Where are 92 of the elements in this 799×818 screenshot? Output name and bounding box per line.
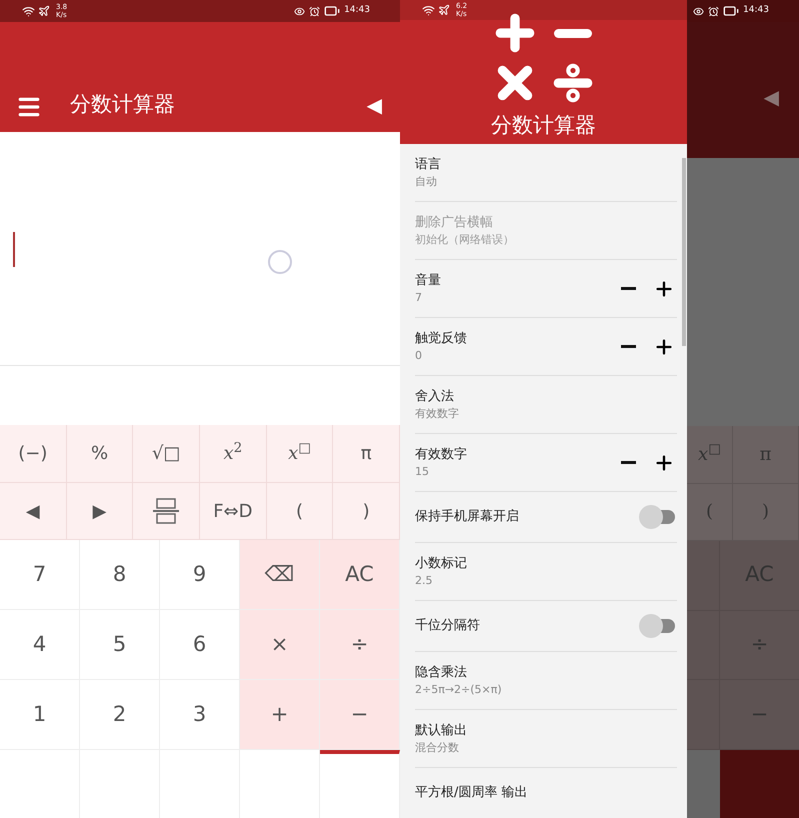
- operator-key[interactable]: −: [320, 680, 400, 750]
- setting-value: 混合分数: [415, 740, 460, 756]
- airplane-icon: [38, 5, 50, 17]
- clock-time: 14:43: [743, 4, 769, 18]
- settings-item[interactable]: 音量 7: [415, 260, 677, 318]
- alarm-icon: [708, 6, 720, 16]
- minus-icon: [620, 287, 636, 290]
- operator-key: ÷: [720, 610, 799, 680]
- airplane-icon: [438, 4, 450, 16]
- function-key: ): [733, 484, 799, 541]
- setting-value: 2÷5π→2÷(5×π): [415, 682, 503, 698]
- setting-title: 触觉反馈: [415, 330, 468, 348]
- function-key: (: [687, 484, 733, 541]
- operator-key[interactable]: ÷: [320, 610, 400, 680]
- settings-item[interactable]: 默认输出 混合分数: [415, 710, 677, 768]
- settings-item[interactable]: 隐含乘法 2÷5π→2÷(5×π): [415, 652, 677, 710]
- operator-key[interactable]: ×: [240, 610, 320, 680]
- alarm-icon: [309, 6, 320, 16]
- digit-key[interactable]: 4: [0, 610, 80, 680]
- setting-value: 7: [415, 290, 423, 306]
- digit-key[interactable]: 8: [80, 540, 160, 610]
- setting-value: 15: [415, 464, 430, 480]
- digit-key[interactable]: 6: [160, 610, 240, 680]
- setting-title: 音量: [415, 272, 442, 290]
- setting-value: 0: [415, 348, 423, 364]
- settings-item[interactable]: 语言 自动: [415, 144, 677, 202]
- setting-title: 默认输出: [415, 722, 468, 740]
- dimmed-key: [687, 750, 720, 818]
- settings-item[interactable]: 保持手机屏幕开启: [415, 492, 677, 543]
- settings-item[interactable]: 小数标记 2.5: [415, 543, 677, 601]
- digit-key[interactable]: 2: [80, 680, 160, 750]
- function-key[interactable]: [133, 483, 200, 540]
- dimmed-key: [687, 610, 720, 680]
- setting-title: 千位分隔符: [415, 617, 481, 636]
- setting-value: 初始化（网络错误）: [415, 232, 515, 248]
- operator-key[interactable]: ⌫: [240, 540, 320, 610]
- back-button[interactable]: ◀: [764, 82, 779, 112]
- function-key[interactable]: %: [66, 425, 134, 483]
- function-key[interactable]: π: [333, 425, 400, 483]
- function-key[interactable]: F⇔D: [200, 483, 267, 540]
- setting-title: 隐含乘法: [415, 664, 468, 682]
- text-cursor: [13, 232, 15, 267]
- dimmed-key: [687, 540, 720, 611]
- minus-icon: [620, 345, 636, 348]
- equals-key[interactable]: [320, 750, 400, 818]
- function-key: x$^{□}$: [687, 426, 733, 484]
- drawer-title: 分数计算器: [491, 112, 596, 140]
- digit-key[interactable]: 3: [160, 680, 240, 750]
- eye-icon: [294, 6, 306, 16]
- function-key[interactable]: (: [266, 483, 334, 540]
- function-key[interactable]: ▶: [66, 483, 134, 540]
- clock-time: 14:43: [344, 4, 370, 18]
- toggle-switch[interactable]: [639, 505, 677, 529]
- setting-value: 自动: [415, 174, 438, 190]
- setting-title: 删除广告横幅: [415, 214, 494, 232]
- digit-key[interactable]: 5: [80, 610, 160, 680]
- setting-value: 2.5: [415, 573, 434, 589]
- app-title: 分数计算器: [70, 90, 175, 118]
- minus-icon: [554, 28, 592, 38]
- wifi-icon: [22, 4, 35, 18]
- setting-title: 小数标记: [415, 554, 468, 572]
- eye-icon: [693, 6, 704, 16]
- function-key[interactable]: √□: [133, 425, 200, 483]
- digit-key[interactable]: 1: [0, 680, 80, 750]
- setting-title: 平方根/圆周率 输出: [415, 784, 529, 802]
- operator-key[interactable]: +: [240, 680, 320, 750]
- digit-key[interactable]: 9: [160, 540, 240, 610]
- minus-icon: [620, 461, 636, 464]
- toggle-switch[interactable]: [639, 614, 677, 638]
- function-key[interactable]: (−): [0, 425, 67, 483]
- settings-item[interactable]: 千位分隔符: [415, 601, 677, 652]
- digit-key[interactable]: 7: [0, 540, 80, 610]
- function-key[interactable]: x$^{2}$: [200, 425, 267, 483]
- dimmed-key: [687, 680, 720, 750]
- settings-item[interactable]: 触觉反馈 0: [415, 318, 677, 376]
- setting-value: 有效数字: [415, 406, 460, 422]
- settings-item[interactable]: 有效数字 15: [415, 434, 677, 492]
- function-key: π: [733, 426, 799, 484]
- setting-title: 保持手机屏幕开启: [415, 508, 520, 526]
- function-key[interactable]: ◀: [0, 483, 67, 540]
- operator-key: −: [720, 680, 799, 750]
- settings-item[interactable]: 平方根/圆周率 输出: [415, 768, 677, 818]
- setting-title: 有效数字: [415, 446, 468, 464]
- setting-title: 舍入法: [415, 388, 455, 406]
- operator-key[interactable]: AC: [320, 540, 400, 610]
- settings-item[interactable]: 舍入法 有效数字: [415, 376, 677, 434]
- touch-indicator-icon: [268, 250, 292, 274]
- back-button[interactable]: ◀: [366, 90, 382, 120]
- setting-title: 语言: [415, 156, 442, 174]
- function-key[interactable]: x$^{□}$: [266, 425, 334, 483]
- fraction-icon: [151, 497, 182, 525]
- function-key[interactable]: ): [333, 483, 400, 540]
